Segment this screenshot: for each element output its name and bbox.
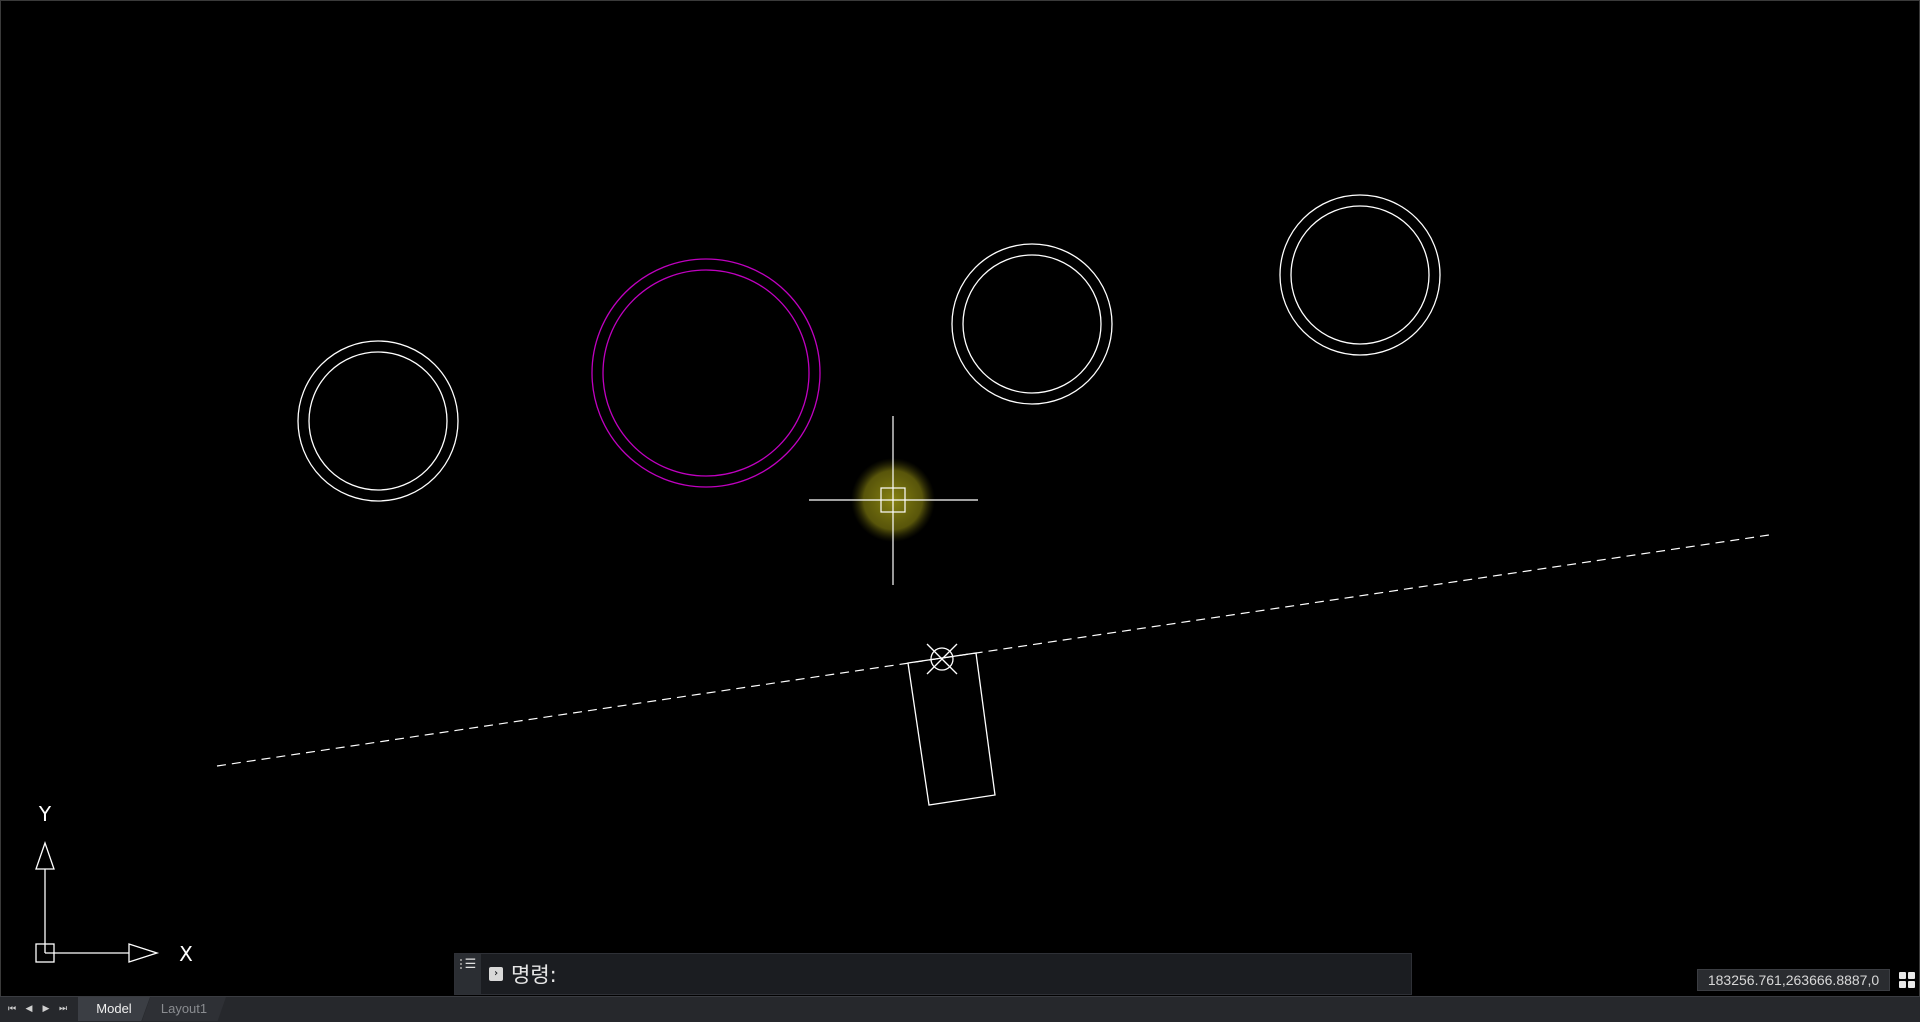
circle-1[interactable] — [297, 340, 459, 502]
crosshair-cursor-icon — [809, 416, 978, 585]
rectangle-entity[interactable] — [907, 652, 996, 806]
next-tab-icon[interactable]: ▶ — [38, 1001, 54, 1017]
menu-icon[interactable]: ☰ — [465, 958, 477, 971]
grid-icon[interactable] — [1898, 970, 1916, 990]
dashed-centerline[interactable] — [216, 534, 1770, 767]
drawing-viewport[interactable]: Y X — [0, 0, 1920, 1000]
coordinates-readout: 183256.761,263666.8887,0 — [1697, 969, 1890, 991]
ucs-icon: Y X — [35, 802, 193, 966]
snap-marker-icon — [926, 643, 958, 675]
grip-dots-icon — [459, 959, 462, 971]
ucs-x-label: X — [179, 942, 193, 966]
first-tab-icon[interactable]: ⏮ — [4, 1001, 20, 1017]
last-tab-icon[interactable]: ⏭ — [55, 1001, 71, 1017]
ucs-y-label: Y — [38, 802, 52, 826]
tab-layout1[interactable]: Layout1 — [142, 997, 226, 1021]
prev-tab-icon[interactable]: ◀ — [21, 1001, 37, 1017]
tab-model[interactable]: Model — [78, 997, 150, 1021]
command-line[interactable]: ☰ › 명령: — [454, 953, 1412, 995]
command-label: 명령: — [511, 963, 557, 987]
model-space-canvas[interactable]: Y X — [1, 1, 1920, 1001]
cad-application: Y X ☰ › 명령: 183256.761,263666.8887,0 ⏮ ◀… — [0, 0, 1920, 1022]
circle-4[interactable] — [1279, 194, 1441, 356]
grip-icon[interactable]: ☰ — [455, 954, 481, 994]
command-input[interactable] — [562, 958, 1411, 990]
command-prompt-icon: › — [489, 967, 503, 981]
circle-3[interactable] — [951, 243, 1113, 405]
layout-tab-bar: ⏮ ◀ ▶ ⏭ Layout1 Model — [0, 996, 1920, 1022]
circle-2-highlighted[interactable] — [591, 258, 821, 488]
